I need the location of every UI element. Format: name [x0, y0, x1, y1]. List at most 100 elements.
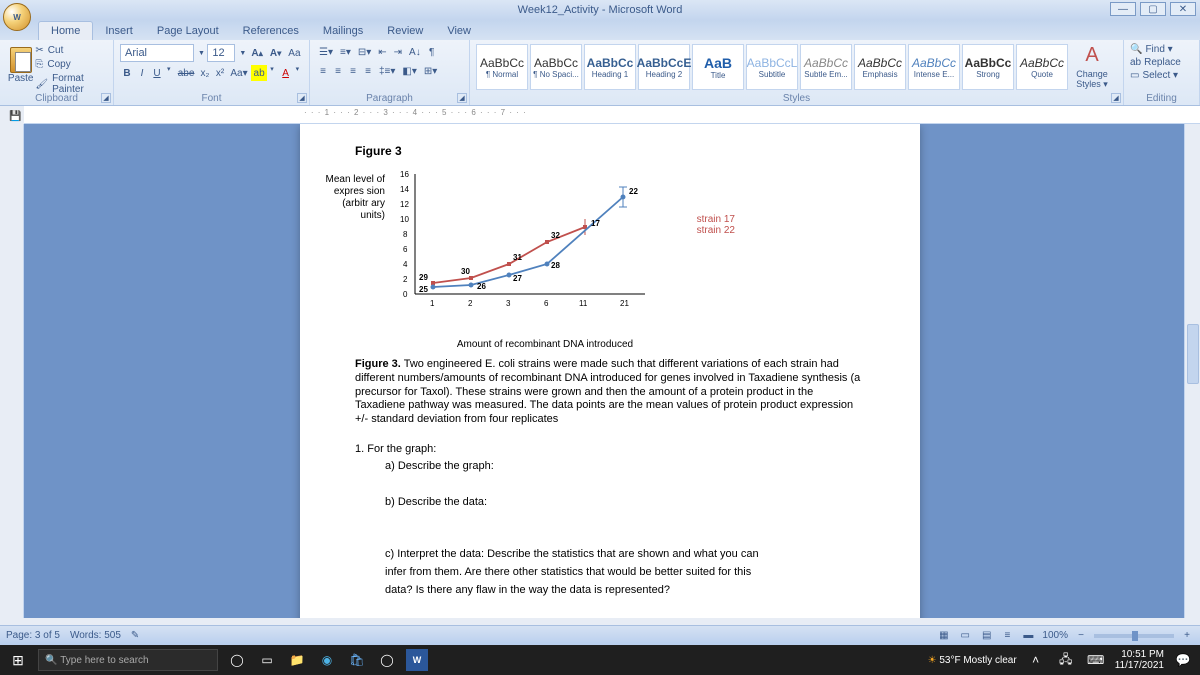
copy-button[interactable]: ⎘Copy — [35, 58, 107, 71]
underline-button[interactable]: U — [150, 65, 164, 81]
taskbar-clock[interactable]: 10:51 PM 11/17/2021 — [1115, 649, 1164, 671]
vertical-ruler[interactable] — [0, 124, 24, 618]
edge-icon[interactable]: ◉ — [316, 649, 338, 671]
styles-dialog-launcher[interactable]: ◢ — [1111, 93, 1121, 103]
tab-mailings[interactable]: Mailings — [311, 22, 375, 40]
status-proofing-icon[interactable]: ✎ — [131, 630, 139, 641]
tray-network-icon[interactable]: 🖧 — [1055, 649, 1077, 671]
vertical-scrollbar[interactable] — [1184, 124, 1200, 618]
bold-button[interactable]: B — [120, 65, 134, 81]
subscript-button[interactable]: x₂ — [198, 65, 212, 81]
dec-indent-button[interactable]: ⇤ — [375, 44, 389, 60]
tab-home[interactable]: Home — [38, 21, 93, 40]
style-subtitle[interactable]: AaBbCcLSubtitle — [746, 44, 798, 90]
tab-insert[interactable]: Insert — [93, 22, 145, 40]
shading-button[interactable]: ◧▾ — [399, 63, 419, 79]
clear-format-button[interactable]: Aa — [286, 45, 303, 61]
align-left-button[interactable]: ≡ — [316, 63, 330, 79]
style-strong[interactable]: AaBbCcStrong — [962, 44, 1014, 90]
font-name-combo[interactable]: Arial — [120, 44, 194, 62]
paragraph-dialog-launcher[interactable]: ◢ — [457, 93, 467, 103]
numbering-button[interactable]: ≡▾ — [337, 44, 354, 60]
weather-widget[interactable]: ☀ 53°F Mostly clear — [928, 655, 1017, 666]
replace-button[interactable]: abReplace — [1130, 57, 1193, 68]
view-web[interactable]: ▤ — [979, 628, 994, 644]
tab-page-layout[interactable]: Page Layout — [145, 22, 231, 40]
document-page[interactable]: Figure 3 Mean level of expres sion (arbi… — [300, 124, 920, 618]
store-icon[interactable]: 🛍 — [346, 649, 368, 671]
task-view-icon[interactable]: ◯ — [226, 649, 248, 671]
highlight-button[interactable]: ab — [251, 65, 267, 81]
tab-view[interactable]: View — [435, 22, 483, 40]
align-right-button[interactable]: ≡ — [346, 63, 360, 79]
style-intense-em[interactable]: AaBbCcIntense E... — [908, 44, 960, 90]
office-button[interactable]: W — [3, 3, 31, 31]
zoom-level[interactable]: 100% — [1042, 630, 1068, 641]
notifications-icon[interactable]: 💬 — [1172, 649, 1194, 671]
style-heading1[interactable]: AaBbCcHeading 1 — [584, 44, 636, 90]
chrome-icon[interactable]: ◯ — [376, 649, 398, 671]
change-case-button[interactable]: Aa▾ — [228, 65, 250, 81]
tray-chevron-icon[interactable]: ˄ — [1025, 649, 1047, 671]
font-dialog-launcher[interactable]: ◢ — [297, 93, 307, 103]
tray-keyboard-icon[interactable]: ⌨ — [1085, 649, 1107, 671]
style-quote[interactable]: AaBbCcQuote — [1016, 44, 1068, 90]
change-styles-button[interactable]: AChange Styles ▾ — [1070, 44, 1114, 90]
font-color-button[interactable]: A — [279, 65, 293, 81]
chart-plot: 024 6810 121416 123 61121 2925 — [395, 164, 655, 314]
style-heading2[interactable]: AaBbCcEHeading 2 — [638, 44, 690, 90]
horizontal-ruler[interactable]: · · · 1 · · · 2 · · · 3 · · · 4 · · · 5 … — [24, 106, 1200, 124]
zoom-in-button[interactable]: + — [1180, 628, 1194, 644]
cortana-icon[interactable]: ▭ — [256, 649, 278, 671]
view-full-screen[interactable]: ▭ — [958, 628, 973, 644]
select-button[interactable]: ▭Select ▾ — [1130, 70, 1193, 81]
brush-icon: 🖌 — [35, 79, 48, 90]
zoom-out-button[interactable]: − — [1074, 628, 1088, 644]
superscript-button[interactable]: x² — [213, 65, 227, 81]
grow-font-button[interactable]: A▴ — [249, 45, 266, 61]
word-icon[interactable]: W — [406, 649, 428, 671]
style-no-spacing[interactable]: AaBbCc¶ No Spaci... — [530, 44, 582, 90]
sort-button[interactable]: A↓ — [406, 44, 424, 60]
scrollbar-thumb[interactable] — [1187, 324, 1199, 384]
font-size-combo[interactable]: 12 — [207, 44, 235, 62]
find-button[interactable]: 🔍Find ▾ — [1130, 44, 1193, 55]
cut-button[interactable]: ✂Cut — [35, 44, 107, 57]
group-label-styles: Styles — [470, 93, 1123, 104]
align-center-button[interactable]: ≡ — [331, 63, 345, 79]
strike-button[interactable]: abe — [175, 65, 196, 81]
save-qat-button[interactable]: 💾 — [6, 108, 24, 124]
tab-references[interactable]: References — [231, 22, 311, 40]
borders-button[interactable]: ⊞▾ — [421, 63, 440, 79]
view-draft[interactable]: ▬ — [1020, 628, 1036, 644]
style-title[interactable]: AaBTitle — [692, 44, 744, 90]
line-spacing-button[interactable]: ‡≡▾ — [376, 63, 398, 79]
bullets-button[interactable]: ☰▾ — [316, 44, 336, 60]
style-subtle-em[interactable]: AaBbCcSubtle Em... — [800, 44, 852, 90]
inc-indent-button[interactable]: ⇥ — [391, 44, 405, 60]
clipboard-dialog-launcher[interactable]: ◢ — [101, 93, 111, 103]
close-button[interactable]: ✕ — [1170, 2, 1196, 16]
paste-button[interactable]: Paste — [6, 42, 35, 88]
tab-review[interactable]: Review — [375, 22, 435, 40]
start-button[interactable]: ⊞ — [6, 648, 30, 672]
taskbar-search[interactable]: 🔍 Type here to search — [38, 649, 218, 671]
multilevel-button[interactable]: ⊟▾ — [355, 44, 374, 60]
svg-text:30: 30 — [461, 267, 470, 276]
style-emphasis[interactable]: AaBbCcEmphasis — [854, 44, 906, 90]
status-page[interactable]: Page: 3 of 5 — [6, 630, 60, 641]
style-normal[interactable]: AaBbCc¶ Normal — [476, 44, 528, 90]
status-words[interactable]: Words: 505 — [70, 630, 121, 641]
italic-button[interactable]: I — [135, 65, 149, 81]
shrink-font-button[interactable]: A▾ — [267, 45, 284, 61]
view-outline[interactable]: ≡ — [1000, 628, 1014, 644]
chart: Mean level of expres sion (arbitr ary un… — [365, 164, 705, 334]
minimize-button[interactable]: — — [1110, 2, 1136, 16]
zoom-slider[interactable] — [1094, 634, 1174, 638]
chart-xlabel: Amount of recombinant DNA introduced — [445, 339, 645, 350]
justify-button[interactable]: ≡ — [361, 63, 375, 79]
show-marks-button[interactable]: ¶ — [425, 44, 439, 60]
view-print-layout[interactable]: ▦ — [936, 628, 951, 644]
maximize-button[interactable]: ▢ — [1140, 2, 1166, 16]
explorer-icon[interactable]: 📁 — [286, 649, 308, 671]
